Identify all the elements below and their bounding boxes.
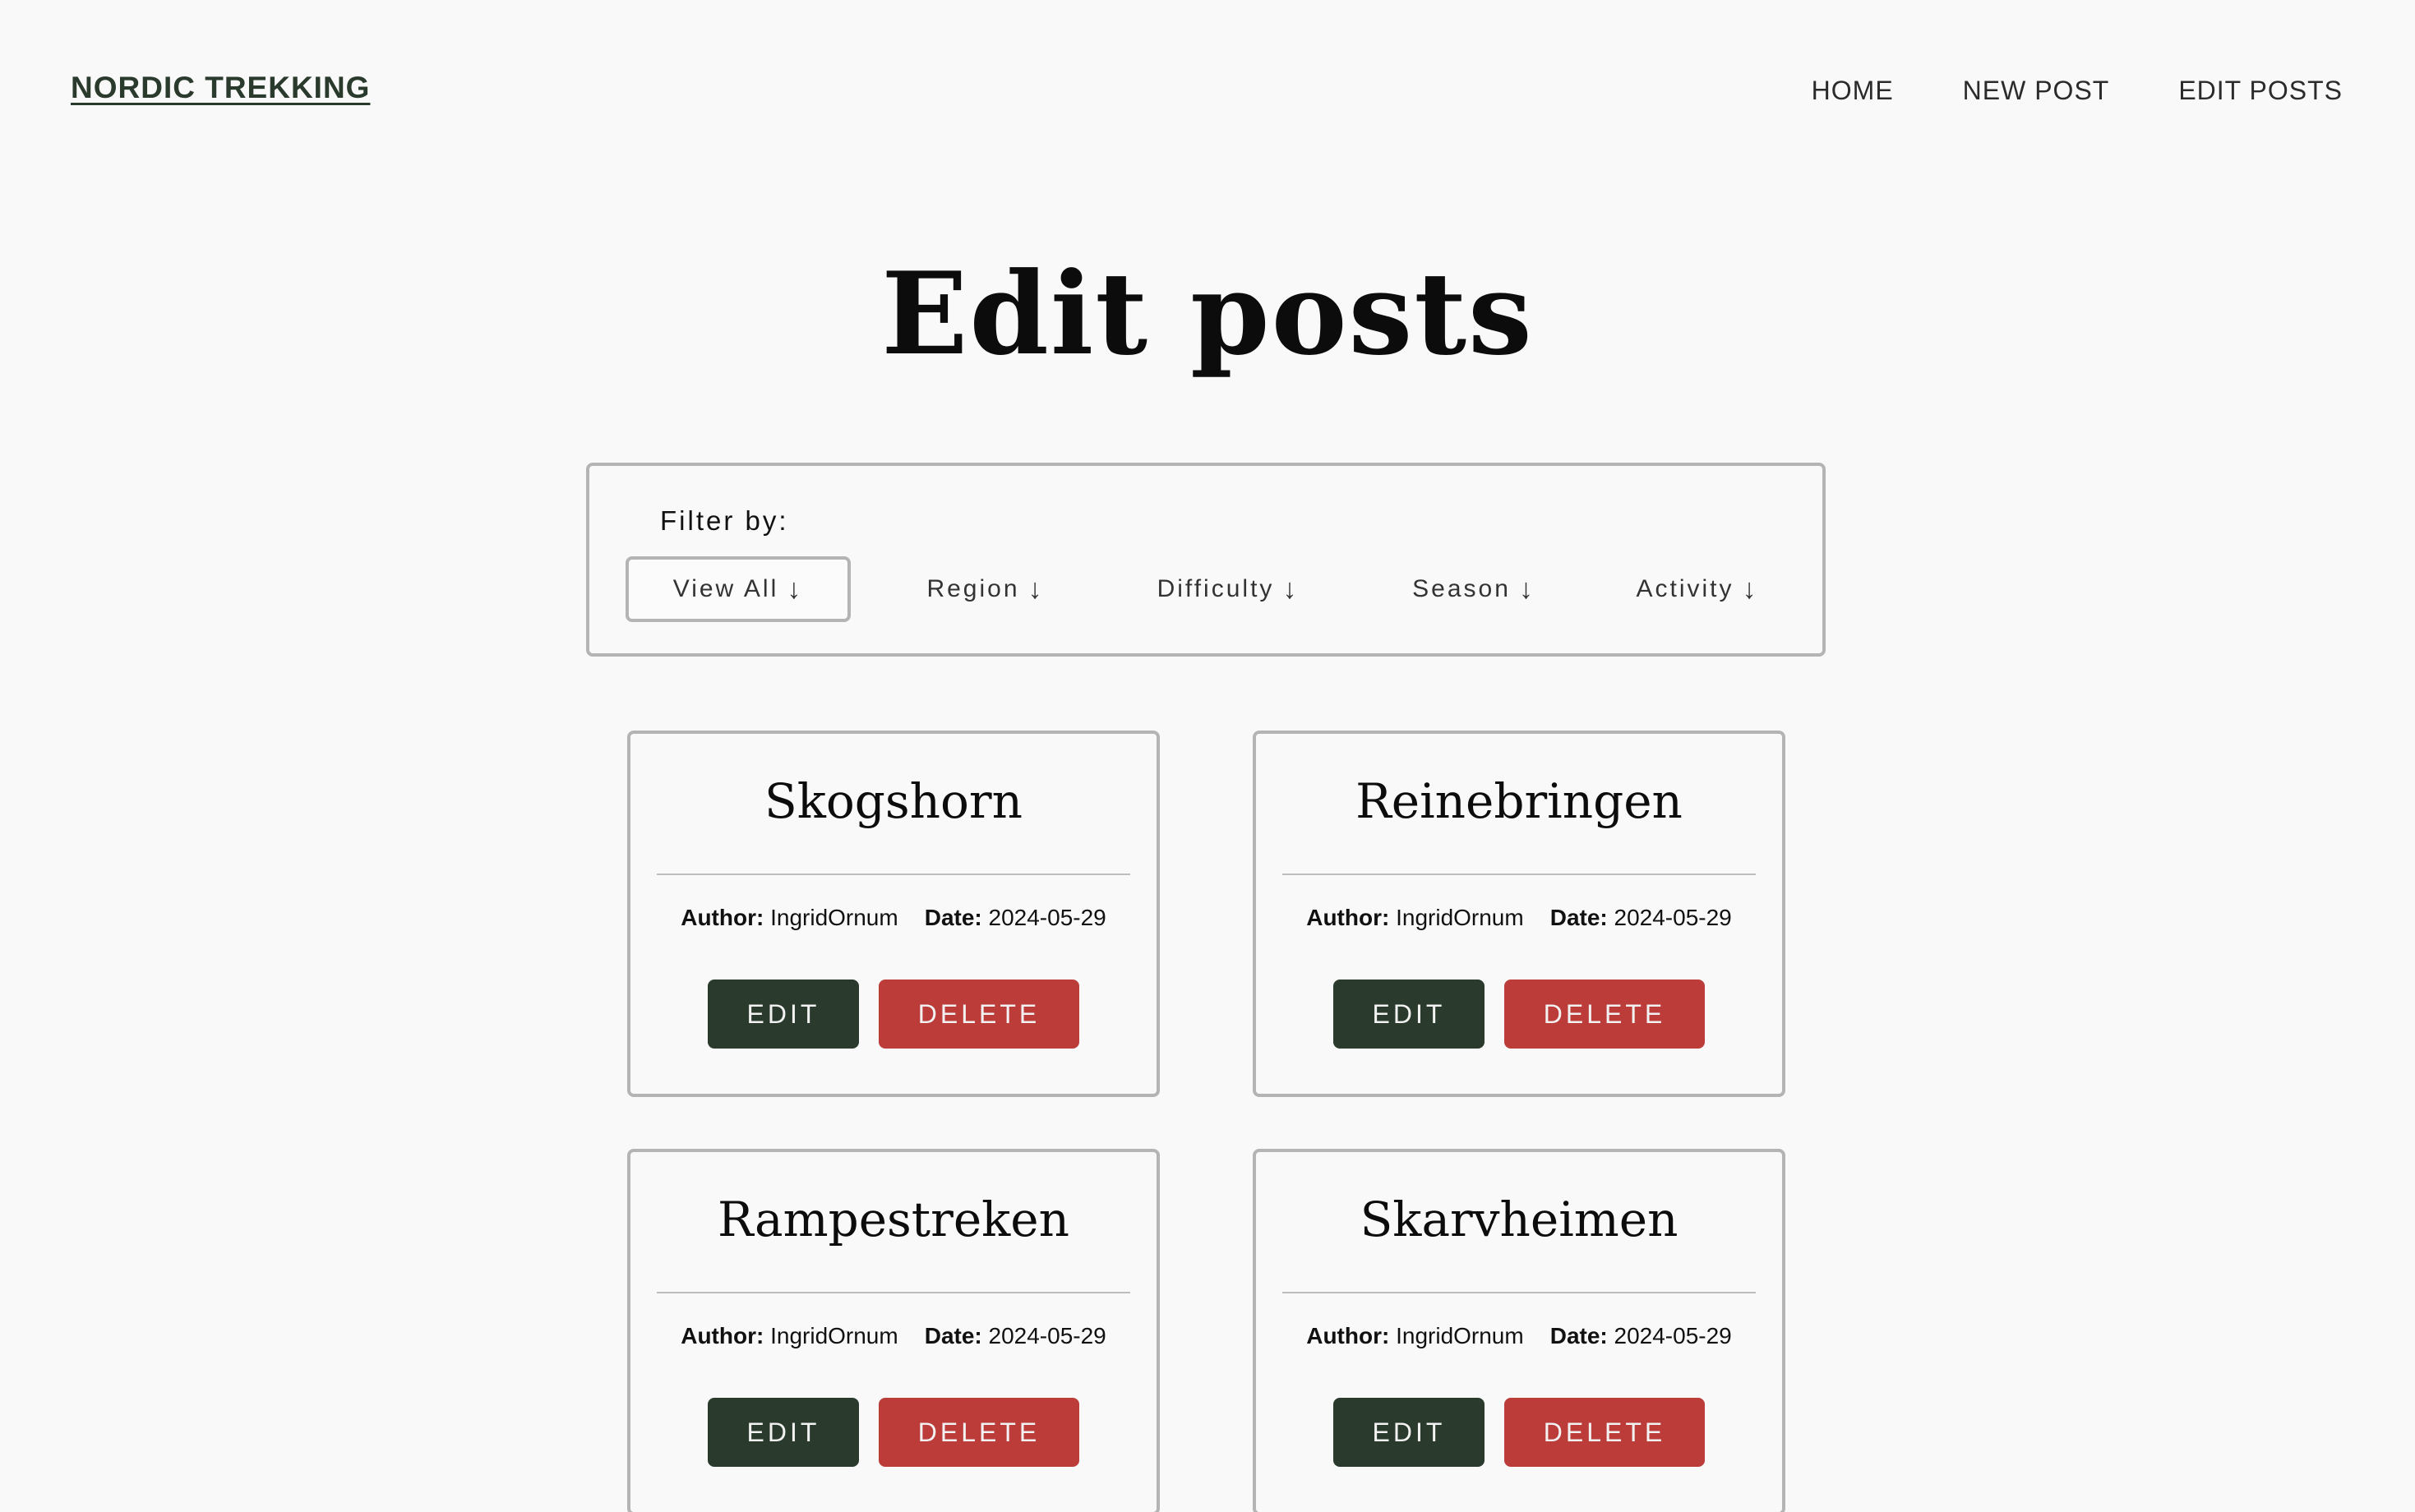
date-label: Date: <box>1549 1323 1608 1348</box>
filter-option-label: View All <box>672 575 779 602</box>
author-label: Author: <box>1306 905 1390 930</box>
post-meta: Author: IngridOrnum Date: 2024-05-29 <box>1256 1323 1782 1349</box>
edit-button[interactable]: EDIT <box>1333 980 1485 1049</box>
author-label: Author: <box>681 1323 764 1348</box>
nav-new-post[interactable]: NEW POST <box>1963 76 2110 106</box>
post-title: Rampestreken <box>718 1192 1069 1247</box>
arrow-down-icon: ↓ <box>1518 573 1535 605</box>
nav-home[interactable]: HOME <box>1812 76 1894 106</box>
filter-option-label: Region <box>926 575 1020 602</box>
date-value: 2024-05-29 <box>988 1323 1106 1348</box>
edit-button[interactable]: EDIT <box>708 1398 859 1467</box>
filter-label: Filter by: <box>660 505 789 536</box>
page: NORDIC TREKKING HOME NEW POST EDIT POSTS… <box>0 0 2415 1512</box>
edit-button[interactable]: EDIT <box>708 980 859 1049</box>
arrow-down-icon: ↓ <box>1027 573 1045 605</box>
date-label: Date: <box>1549 905 1608 930</box>
filter-activity-button[interactable]: Activity ↓ <box>1600 556 1794 622</box>
arrow-down-icon: ↓ <box>1742 573 1759 605</box>
divider <box>1282 1292 1756 1293</box>
page-title: Edit posts <box>881 247 1534 380</box>
post-meta: Author: IngridOrnum Date: 2024-05-29 <box>1256 905 1782 931</box>
arrow-down-icon: ↓ <box>1282 573 1300 605</box>
filter-difficulty-button[interactable]: Difficulty ↓ <box>1120 556 1336 622</box>
post-actions: EDIT DELETE <box>1256 980 1782 1049</box>
post-actions: EDIT DELETE <box>630 980 1157 1049</box>
date-label: Date: <box>924 905 982 930</box>
brand-logo-link[interactable]: NORDIC TREKKING <box>71 71 370 105</box>
delete-button[interactable]: DELETE <box>1504 980 1705 1049</box>
filter-region-button[interactable]: Region ↓ <box>898 556 1073 622</box>
arrow-down-icon: ↓ <box>787 573 804 605</box>
divider <box>1282 874 1756 875</box>
date-value: 2024-05-29 <box>1614 1323 1732 1348</box>
filter-view-all-button[interactable]: View All ↓ <box>626 556 851 622</box>
post-card: Skarvheimen Author: IngridOrnum Date: 20… <box>1253 1149 1785 1512</box>
delete-button[interactable]: DELETE <box>879 1398 1079 1467</box>
post-card: Skogshorn Author: IngridOrnum Date: 2024… <box>627 731 1160 1097</box>
post-meta: Author: IngridOrnum Date: 2024-05-29 <box>630 905 1157 931</box>
date-label: Date: <box>924 1323 982 1348</box>
filter-option-label: Activity <box>1636 575 1734 602</box>
main-nav: HOME NEW POST EDIT POSTS <box>1812 76 2343 106</box>
filter-panel: Filter by: View All ↓ Region ↓ Difficult… <box>586 463 1826 657</box>
post-title: Skogshorn <box>764 773 1023 829</box>
author-label: Author: <box>681 905 764 930</box>
filter-option-label: Season <box>1412 575 1511 602</box>
date-value: 2024-05-29 <box>1614 905 1732 930</box>
post-meta: Author: IngridOrnum Date: 2024-05-29 <box>630 1323 1157 1349</box>
post-actions: EDIT DELETE <box>1256 1398 1782 1467</box>
divider <box>657 1292 1130 1293</box>
post-card: Reinebringen Author: IngridOrnum Date: 2… <box>1253 731 1785 1097</box>
post-actions: EDIT DELETE <box>630 1398 1157 1467</box>
filter-option-label: Difficulty <box>1157 575 1275 602</box>
author-value: IngridOrnum <box>1396 1323 1524 1348</box>
delete-button[interactable]: DELETE <box>879 980 1079 1049</box>
author-value: IngridOrnum <box>770 1323 898 1348</box>
delete-button[interactable]: DELETE <box>1504 1398 1705 1467</box>
edit-button[interactable]: EDIT <box>1333 1398 1485 1467</box>
filter-season-button[interactable]: Season ↓ <box>1385 556 1563 622</box>
date-value: 2024-05-29 <box>988 905 1106 930</box>
author-value: IngridOrnum <box>1396 905 1524 930</box>
post-title: Skarvheimen <box>1360 1192 1678 1247</box>
nav-edit-posts[interactable]: EDIT POSTS <box>2178 76 2343 106</box>
author-value: IngridOrnum <box>770 905 898 930</box>
post-title: Reinebringen <box>1355 773 1683 829</box>
divider <box>657 874 1130 875</box>
post-card: Rampestreken Author: IngridOrnum Date: 2… <box>627 1149 1160 1512</box>
author-label: Author: <box>1306 1323 1390 1348</box>
